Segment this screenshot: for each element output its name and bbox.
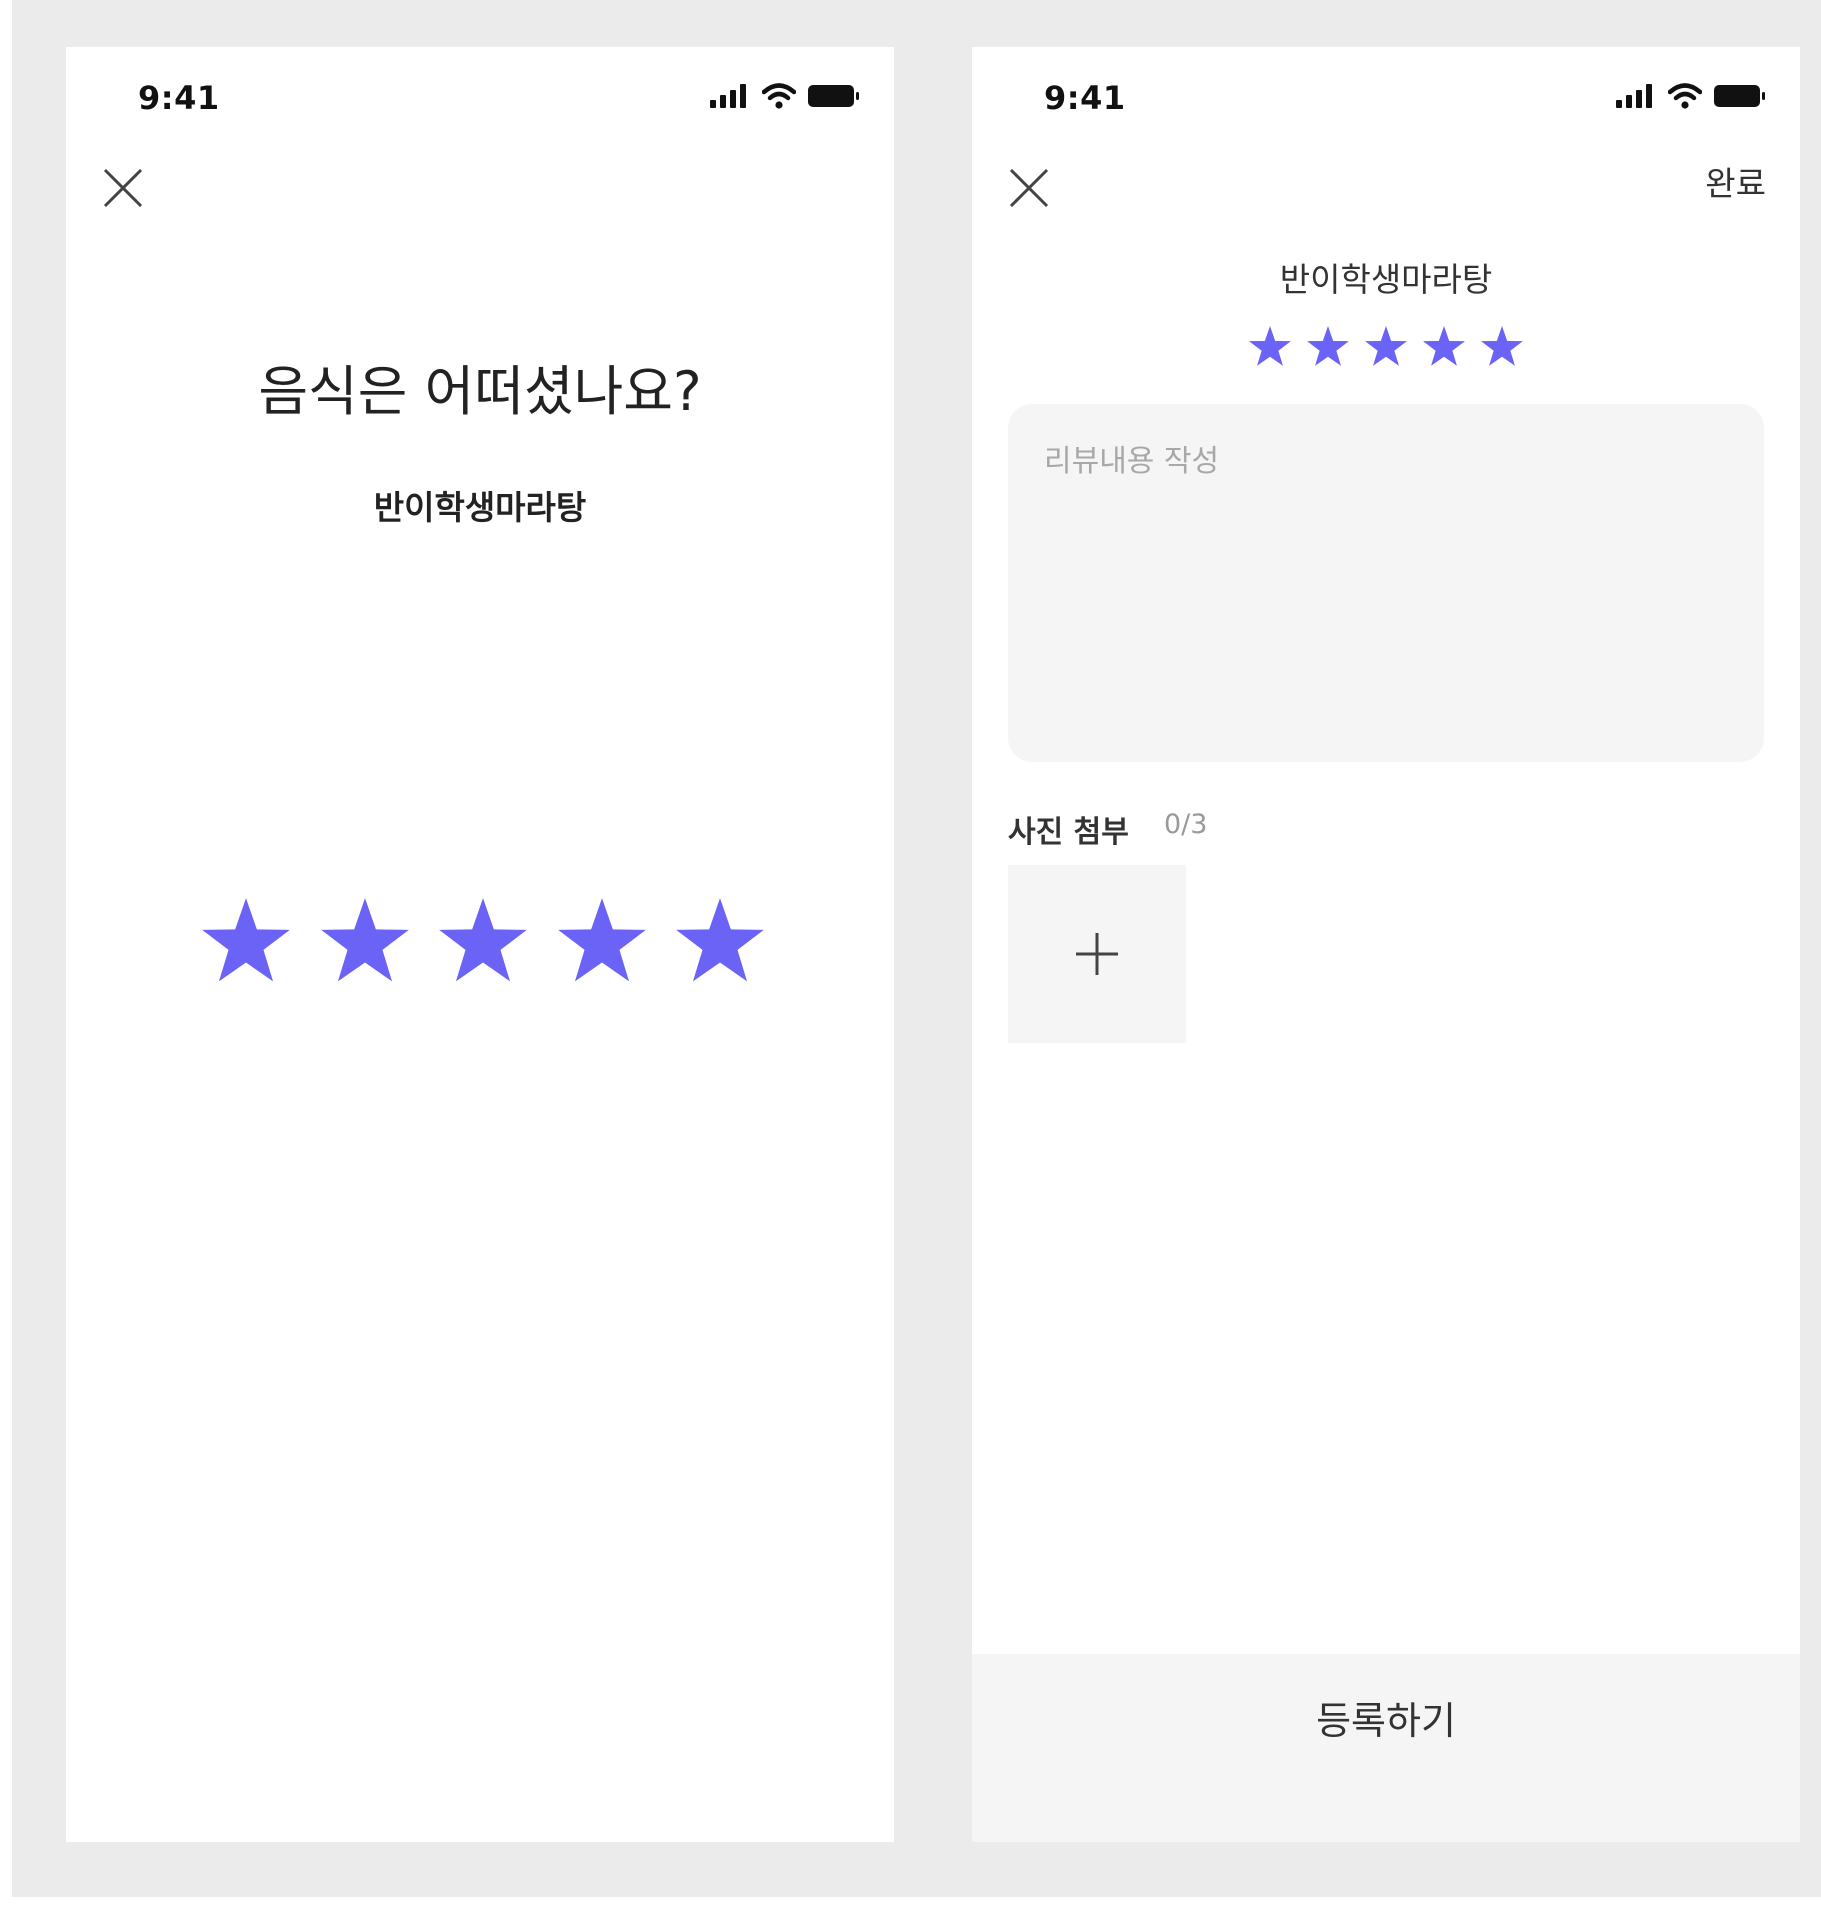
- battery-icon: [1714, 85, 1765, 107]
- star-icon[interactable]: [1480, 325, 1524, 367]
- status-time: 9:41: [138, 79, 220, 117]
- star-icon[interactable]: [200, 895, 292, 985]
- star-icon[interactable]: [674, 895, 766, 985]
- star-icon[interactable]: [556, 895, 648, 985]
- star-icon[interactable]: [1422, 325, 1466, 367]
- status-bar: 9:41: [972, 47, 1800, 147]
- rating-question: 음식은 어떠셨나요?: [258, 360, 702, 423]
- photo-count: 0/3: [1164, 809, 1208, 840]
- register-button[interactable]: 등록하기: [972, 1654, 1800, 1842]
- add-photo-button[interactable]: [1008, 865, 1186, 1043]
- wifi-icon: [1668, 83, 1702, 109]
- signal-icon: [1616, 84, 1652, 108]
- close-icon: [103, 168, 143, 208]
- close-button[interactable]: [98, 163, 148, 213]
- star-icon[interactable]: [319, 895, 411, 985]
- restaurant-name: 반이학생마라탕: [1279, 260, 1493, 299]
- review-textarea[interactable]: [1008, 404, 1764, 762]
- wifi-icon: [762, 83, 796, 109]
- status-bar: 9:41: [66, 47, 894, 147]
- status-time: 9:41: [1044, 79, 1126, 117]
- battery-icon: [808, 85, 859, 107]
- close-icon: [1009, 168, 1049, 208]
- star-icon[interactable]: [1248, 325, 1292, 367]
- status-icons: [710, 83, 860, 109]
- star-rating: [200, 895, 766, 985]
- rating-screen: 9:41 음식은 어떠셨나요? 반이학생마라탕: [66, 47, 894, 1842]
- star-icon[interactable]: [1364, 325, 1408, 367]
- close-button[interactable]: [1004, 163, 1054, 213]
- canvas: 9:41 음식은 어떠셨나요? 반이학생마라탕 9:41 완료 반이학생마라탕 …: [12, 0, 1821, 1897]
- plus-icon: [1076, 933, 1118, 975]
- star-icon[interactable]: [437, 895, 529, 985]
- signal-icon: [710, 84, 746, 108]
- register-label: 등록하기: [1316, 1699, 1456, 1743]
- done-button[interactable]: 완료: [1705, 157, 1766, 205]
- status-icons: [1616, 83, 1766, 109]
- restaurant-name: 반이학생마라탕: [373, 488, 587, 527]
- review-write-screen: 9:41 완료 반이학생마라탕 리뷰내용 작성 사진 첨부 0/3 등록하기: [972, 47, 1800, 1842]
- star-icon[interactable]: [1306, 325, 1350, 367]
- star-rating: [1248, 325, 1524, 371]
- photo-attach-label: 사진 첨부: [1008, 815, 1129, 850]
